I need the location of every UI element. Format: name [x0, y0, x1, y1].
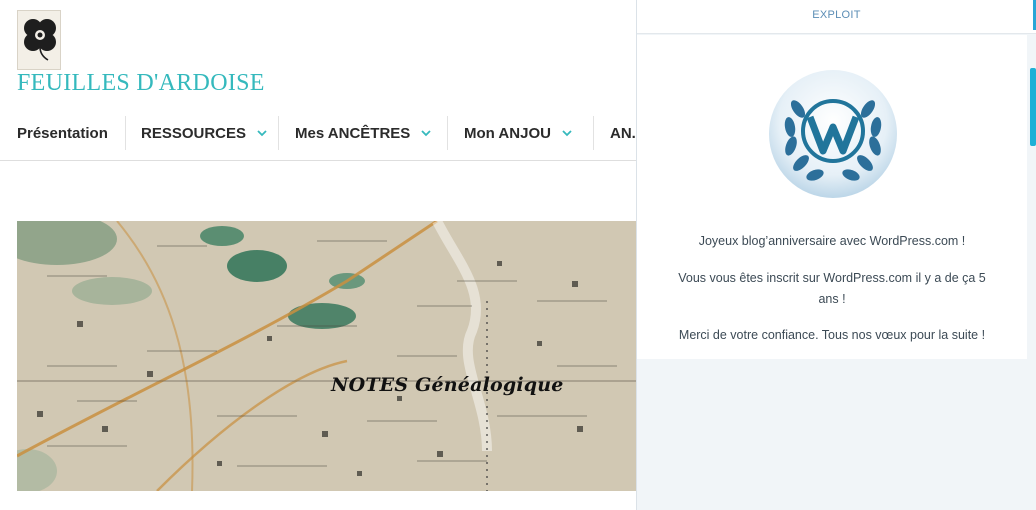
- header-image: NOTES Généalogique: [17, 221, 637, 491]
- notifications-panel: EXPLOIT Joyeux blog’anniversaire avec Wo…: [636, 0, 1036, 510]
- site-title[interactable]: FEUILLES D'ARDOISE: [17, 70, 265, 97]
- nav-item-label: RESSOURCES: [141, 124, 247, 142]
- nav-item-ressources[interactable]: RESSOURCES: [141, 121, 268, 145]
- nav-item-label: Mes ANCÊTRES: [295, 124, 411, 142]
- nav-divider: [593, 116, 594, 150]
- panel-scrollbar[interactable]: [1030, 68, 1036, 146]
- nav-item-label: Mon ANJOU: [464, 124, 551, 142]
- panel-header-title: EXPLOIT: [812, 9, 861, 21]
- chevron-down-icon: [421, 130, 431, 137]
- nav-item-anjou[interactable]: Mon ANJOU: [464, 121, 573, 145]
- nav-divider: [278, 116, 279, 150]
- achievement-card: Joyeux blog’anniversaire avec WordPress.…: [637, 35, 1027, 359]
- panel-header: EXPLOIT: [637, 0, 1036, 34]
- nav-divider: [447, 116, 448, 150]
- clover-logo-icon: [18, 11, 60, 69]
- chevron-down-icon: [562, 130, 572, 137]
- site-logo[interactable]: [17, 10, 61, 70]
- old-map-image: [17, 221, 637, 491]
- chevron-down-icon: [257, 130, 267, 137]
- wordpress-laurel-icon: [769, 70, 897, 198]
- nav-item-presentation[interactable]: Présentation: [17, 121, 108, 145]
- nav-item-ancetres[interactable]: Mes ANCÊTRES: [295, 121, 432, 145]
- achievement-detail: Vous vous êtes inscrit sur WordPress.com…: [678, 271, 986, 306]
- achievement-thanks: Merci de votre confiance. Tous nos vœux …: [678, 328, 986, 342]
- nav-divider: [125, 116, 126, 150]
- nav-item-label: Présentation: [17, 124, 108, 142]
- achievement-message: Joyeux blog’anniversaire avec WordPress.…: [698, 234, 966, 248]
- header-image-caption: NOTES Généalogique: [331, 374, 564, 396]
